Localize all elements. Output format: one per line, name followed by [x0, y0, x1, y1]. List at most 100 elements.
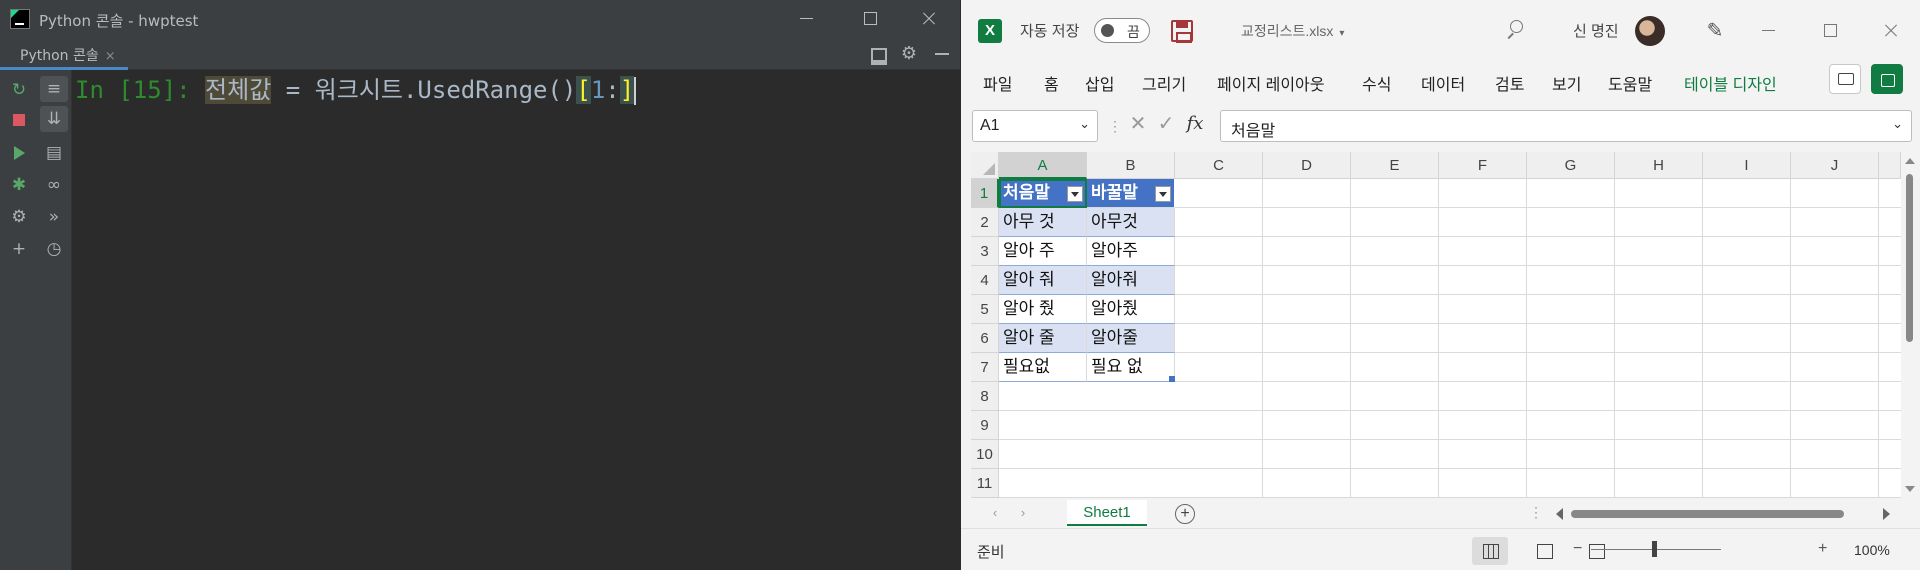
row-header[interactable]: 1 — [971, 179, 999, 208]
pen-icon[interactable]: ✎ — [1702, 18, 1728, 44]
tab-python-console[interactable]: Python 콘솔 × — [0, 38, 128, 70]
filename-button[interactable]: 교정리스트.xlsx ▾ — [1241, 21, 1344, 41]
row-header[interactable]: 8 — [971, 382, 999, 411]
tab-help[interactable]: 도움말 — [1608, 71, 1652, 95]
tab-view[interactable]: 보기 — [1552, 71, 1581, 95]
table-cell[interactable]: 알아 주 — [999, 237, 1087, 266]
avatar[interactable] — [1635, 16, 1665, 46]
minimize-icon[interactable] — [1757, 19, 1781, 43]
console-input-line[interactable]: In [15]: 전체값 = 워크시트.UsedRange()[1:] — [75, 74, 637, 106]
rerun-icon[interactable]: ↻ — [5, 77, 33, 103]
column-header[interactable]: D — [1263, 152, 1351, 179]
table-cell[interactable]: 아무것 — [1087, 208, 1175, 237]
add-console-icon[interactable]: + — [5, 236, 33, 262]
cancel-icon[interactable]: ✕ — [1126, 112, 1150, 136]
zoom-out-button[interactable]: − — [1573, 540, 1582, 558]
user-name[interactable]: 신 명진 — [1573, 20, 1619, 41]
name-box[interactable]: A1 ⌄ — [972, 110, 1098, 142]
scroll-left-icon[interactable] — [1556, 508, 1563, 520]
row-header[interactable]: 5 — [971, 295, 999, 324]
page-break-view-icon[interactable] — [1578, 537, 1614, 565]
table-cell[interactable]: 알아주 — [1087, 237, 1175, 266]
tab-draw[interactable]: 그리기 — [1142, 71, 1186, 95]
scroll-up-icon[interactable] — [1905, 158, 1915, 164]
vertical-scrollbar[interactable] — [1901, 152, 1918, 498]
vertical-scroll-thumb[interactable] — [1906, 174, 1913, 342]
zoom-slider-thumb[interactable] — [1652, 541, 1657, 557]
scroll-right-icon[interactable] — [1883, 508, 1890, 520]
spreadsheet-grid[interactable]: A B C D E F G H I J 1 2 3 4 5 6 7 8 9 10… — [971, 152, 1901, 498]
tab-formulas[interactable]: 수식 — [1362, 71, 1391, 95]
close-icon[interactable] — [917, 7, 941, 31]
maximize-icon[interactable] — [858, 7, 882, 31]
formula-bar-separator[interactable]: ⋮ — [1108, 118, 1122, 135]
row-header[interactable]: 10 — [971, 440, 999, 469]
column-header[interactable]: G — [1527, 152, 1615, 179]
table-cell[interactable]: 알아 줘 — [999, 266, 1087, 295]
run-icon[interactable] — [5, 140, 33, 166]
formula-input[interactable]: 처음말 ⌄ — [1220, 110, 1912, 142]
table-cell[interactable]: 알아 줬 — [999, 295, 1087, 324]
layout-icon[interactable] — [867, 43, 889, 65]
row-header[interactable]: 2 — [971, 208, 999, 237]
history-clock-icon[interactable]: ◷ — [40, 236, 68, 262]
zoom-in-button[interactable]: + — [1818, 540, 1827, 558]
table-cell[interactable]: 필요없 — [999, 353, 1087, 382]
column-header[interactable]: E — [1351, 152, 1439, 179]
scroll-down-icon[interactable] — [1905, 486, 1915, 492]
filter-dropdown-icon[interactable] — [1155, 186, 1171, 202]
table-cell[interactable]: 알아줘 — [1087, 266, 1175, 295]
search-icon[interactable] — [1504, 18, 1528, 42]
column-header[interactable]: C — [1175, 152, 1263, 179]
table-header-cell[interactable]: 처음말 — [999, 179, 1087, 208]
tab-home[interactable]: 홈 — [1044, 71, 1059, 95]
expand-formula-bar-icon[interactable]: ⌄ — [1892, 116, 1903, 132]
check-icon[interactable]: ✓ — [1154, 112, 1178, 136]
table-header-cell[interactable]: 바꿀말 — [1087, 179, 1175, 208]
column-header[interactable]: J — [1791, 152, 1879, 179]
minimize-icon[interactable] — [795, 7, 819, 31]
horizontal-scroll-thumb[interactable] — [1571, 510, 1844, 518]
row-header[interactable]: 4 — [971, 266, 999, 295]
select-all-button[interactable] — [971, 152, 999, 179]
tab-insert[interactable]: 삽입 — [1085, 71, 1114, 95]
table-cell[interactable]: 아무 것 — [999, 208, 1087, 237]
insert-function-button[interactable]: fx — [1183, 112, 1207, 136]
row-header[interactable]: 9 — [971, 411, 999, 440]
row-header[interactable]: 6 — [971, 324, 999, 353]
column-header[interactable]: F — [1439, 152, 1527, 179]
scroll-to-end-icon[interactable]: ⇊ — [40, 106, 68, 132]
next-sheet-icon[interactable]: › — [1015, 505, 1031, 523]
execute-history-icon[interactable]: » — [40, 204, 68, 230]
column-header[interactable]: A — [999, 152, 1087, 179]
normal-view-icon[interactable] — [1472, 537, 1508, 565]
tab-review[interactable]: 검토 — [1495, 71, 1524, 95]
table-cell[interactable]: 알아 줄 — [999, 324, 1087, 353]
comments-button[interactable] — [1829, 64, 1861, 94]
maximize-icon[interactable] — [1818, 19, 1842, 43]
tab-close-icon[interactable]: × — [105, 49, 116, 64]
column-header[interactable]: B — [1087, 152, 1175, 179]
save-icon[interactable] — [1171, 20, 1193, 43]
table-resize-handle[interactable] — [1169, 376, 1175, 382]
sheet-tab[interactable]: Sheet1 — [1067, 500, 1147, 526]
tab-splitter-handle[interactable]: ⋮ — [1529, 504, 1543, 521]
show-variables-icon[interactable]: ∞ — [40, 172, 68, 198]
table-cell[interactable]: 알아줬 — [1087, 295, 1175, 324]
tab-page-layout[interactable]: 페이지 레이아웃 — [1217, 71, 1325, 95]
column-header[interactable]: H — [1615, 152, 1703, 179]
tab-file[interactable]: 파일 — [983, 71, 1012, 95]
add-sheet-button[interactable]: + — [1175, 504, 1195, 524]
print-icon[interactable]: ▤ — [40, 140, 68, 166]
filter-dropdown-icon[interactable] — [1067, 186, 1083, 202]
hide-panel-icon[interactable] — [931, 43, 953, 65]
gear-icon[interactable]: ⚙ — [898, 43, 920, 65]
row-header[interactable]: 7 — [971, 353, 999, 382]
share-button[interactable] — [1871, 64, 1903, 94]
row-header[interactable]: 3 — [971, 237, 999, 266]
close-icon[interactable] — [1879, 19, 1903, 43]
debug-icon[interactable]: ✱ — [5, 172, 33, 198]
stop-icon[interactable] — [5, 107, 33, 133]
console-input-area[interactable]: In [15]: 전체값 = 워크시트.UsedRange()[1:] — [73, 70, 960, 570]
column-header[interactable]: I — [1703, 152, 1791, 179]
